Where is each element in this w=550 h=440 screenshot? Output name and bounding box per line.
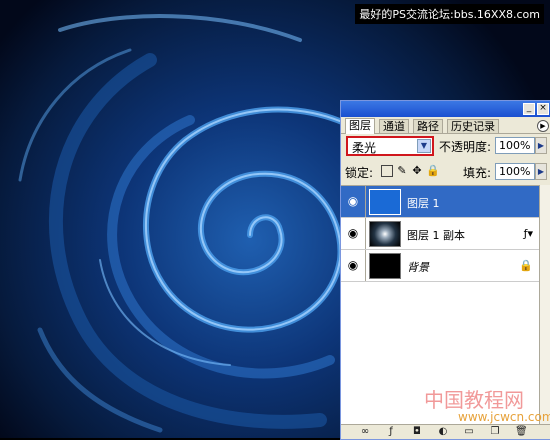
forum-watermark: 最好的PS交流论坛:bbs.16XX8.com xyxy=(355,4,544,24)
site-watermark-cn: 中国教程网 xyxy=(424,388,524,412)
panel-titlebar[interactable]: _ × xyxy=(341,101,550,117)
lock-row: 锁定: ✎ ✥ 🔒 填充: 100% ▶ xyxy=(341,161,550,183)
opacity-field[interactable]: 100% xyxy=(495,137,535,154)
layer-row[interactable]: ◉ 背景 🔒 xyxy=(341,250,539,282)
fill-arrow-icon[interactable]: ▶ xyxy=(535,163,547,180)
eye-icon[interactable]: ◉ xyxy=(345,194,361,208)
layer-name: 背景 xyxy=(407,261,429,274)
fill-label: 填充: xyxy=(463,166,492,180)
tab-paths[interactable]: 路径 xyxy=(413,119,443,133)
link-icon[interactable]: ∞ xyxy=(359,426,371,438)
layer-row[interactable]: ◉ 图层 1 副本 ƒ▾ xyxy=(341,218,539,250)
layer-thumbnail xyxy=(369,189,401,215)
lock-move-icon[interactable]: ✥ xyxy=(411,165,423,177)
close-button[interactable]: × xyxy=(537,103,549,115)
layer-style-icon[interactable]: ƒ▾ xyxy=(524,227,533,240)
opacity-label: 不透明度: xyxy=(439,140,492,154)
layer-name: 图层 1 xyxy=(407,197,440,210)
chevron-down-icon[interactable]: ▼ xyxy=(417,139,431,153)
minimize-button[interactable]: _ xyxy=(523,103,535,115)
fx-icon[interactable]: ƒ xyxy=(385,426,397,438)
site-watermark-url: www.jcwcn.com xyxy=(458,410,550,424)
panel-tabs: 图层 通道 路径 历史记录 ▶ xyxy=(341,117,550,134)
tab-layers[interactable]: 图层 xyxy=(345,118,375,134)
panel-menu-icon[interactable]: ▶ xyxy=(537,120,549,132)
opacity-arrow-icon[interactable]: ▶ xyxy=(535,137,547,154)
layer-name: 图层 1 副本 xyxy=(407,229,465,242)
tab-history[interactable]: 历史记录 xyxy=(447,119,499,133)
layer-thumbnail xyxy=(369,221,401,247)
site-watermark: 中国教程网 www.jcwcn.com xyxy=(420,384,550,438)
eye-icon[interactable]: ◉ xyxy=(345,226,361,240)
eye-icon[interactable]: ◉ xyxy=(345,258,361,272)
lock-label: 锁定: xyxy=(345,166,374,180)
layer-row[interactable]: ◉ 图层 1 xyxy=(341,186,539,218)
blend-row: 柔光 ▼ 不透明度: 100% ▶ xyxy=(341,133,550,159)
tab-channels[interactable]: 通道 xyxy=(379,119,409,133)
fill-field[interactable]: 100% xyxy=(495,163,535,180)
layer-thumbnail xyxy=(369,253,401,279)
lock-transparent-icon[interactable] xyxy=(381,165,393,177)
blend-mode-value: 柔光 xyxy=(352,141,377,155)
lock-all-icon[interactable]: 🔒 xyxy=(426,165,440,177)
blend-mode-select[interactable]: 柔光 ▼ xyxy=(346,136,434,156)
lock-icon: 🔒 xyxy=(519,259,533,272)
lock-brush-icon[interactable]: ✎ xyxy=(396,165,408,177)
